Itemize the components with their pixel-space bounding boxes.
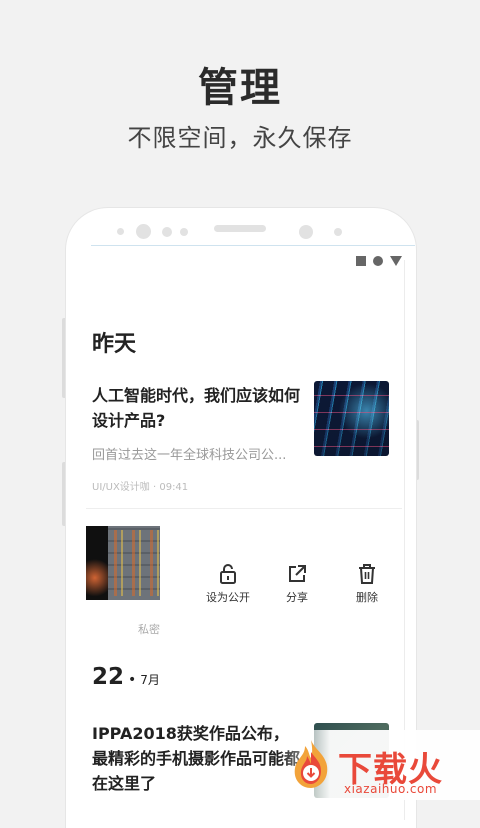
share-icon [267,563,327,585]
private-label: 私密 [138,623,160,636]
phone-camera-dot [136,224,151,239]
article-thumbnail[interactable] [314,381,389,456]
article-description: 回首过去这一年全球科技公司公... [92,448,287,463]
delete-label: 删除 [356,591,378,604]
phone-camera-dot [299,225,313,239]
delete-button[interactable]: 删除 [337,563,397,605]
share-button[interactable]: 分享 [267,563,327,605]
phone-sensor-dot [334,228,342,236]
date-header: 22 • 7月 [92,664,160,690]
hero-subtitle: 不限空间，永久保存 [127,124,353,152]
trash-icon [337,563,397,585]
circle-icon [373,256,383,266]
lock-icon [198,563,258,585]
section-header-yesterday: 昨天 [92,332,137,357]
phone-top-divider [91,245,415,246]
article-title[interactable]: 人工智能时代，我们应该如何设计产品? [92,383,302,433]
article-meta: UI/UX设计咖 · 09:41 [92,482,189,493]
phone-sensor-dot [180,228,188,236]
divider [86,508,402,509]
date-separator: • [128,672,137,688]
triangle-icon [390,256,402,266]
make-public-button[interactable]: 设为公开 [198,563,258,605]
private-photo-thumbnail[interactable] [86,526,160,600]
article-title[interactable]: IPPA2018获奖作品公布，最精彩的手机摄影作品可能都在这里了 [92,721,304,796]
phone-speaker [214,225,266,232]
square-icon [356,256,366,266]
share-label: 分享 [286,591,308,604]
status-bar [356,256,402,266]
phone-sensor-dot [117,228,124,235]
flame-logo-icon [294,740,328,788]
watermark-url: xiazaihuo.com [344,782,438,796]
phone-sensor-dot [162,227,172,237]
make-public-label: 设为公开 [206,591,250,604]
date-day: 22 [92,664,125,690]
date-month: 7月 [140,673,160,687]
hero-title: 管理 [198,65,282,111]
